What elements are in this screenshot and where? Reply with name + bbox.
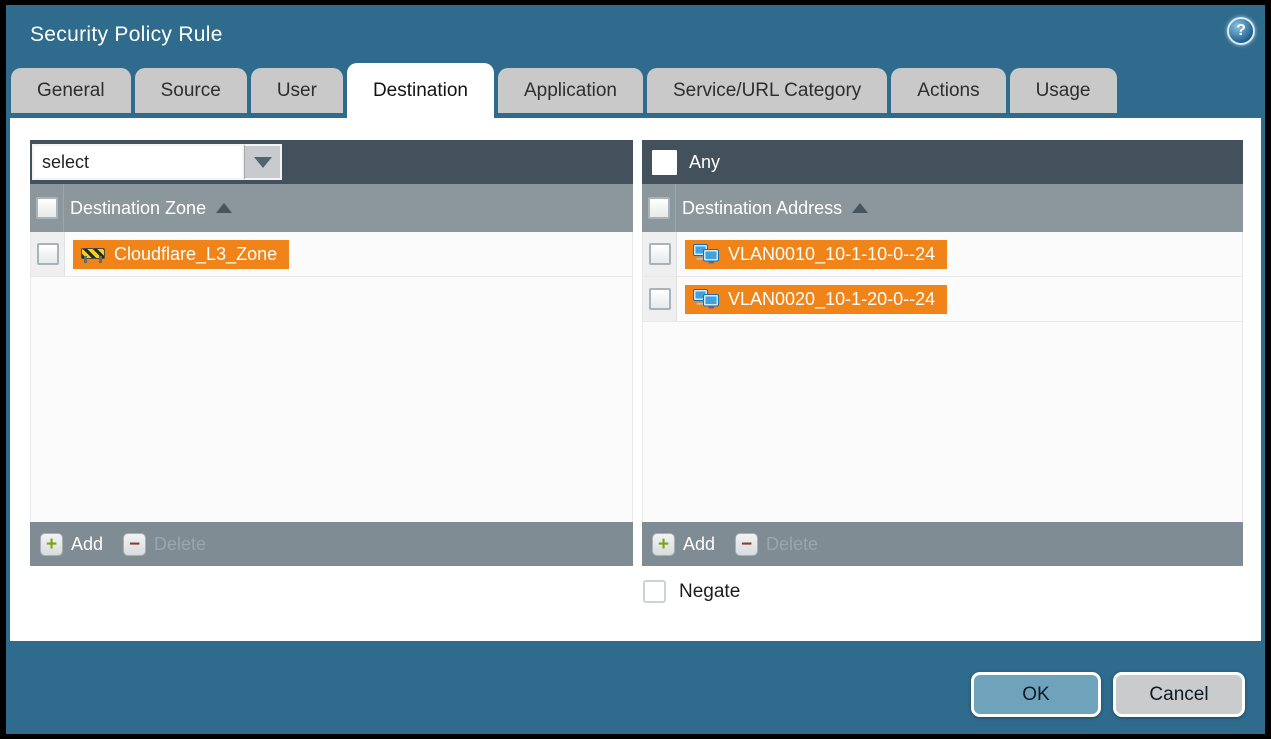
zone-delete-label: Delete (154, 534, 206, 555)
address-object-chip[interactable]: VLAN0010_10-1-10-0--24 (685, 240, 947, 269)
tab-destination[interactable]: Destination (347, 63, 494, 118)
security-policy-rule-dialog: Security Policy Rule ? General Source Us… (6, 5, 1265, 734)
zone-select-combo (32, 144, 282, 180)
dialog-title: Security Policy Rule (30, 23, 223, 47)
header-divider (63, 184, 64, 232)
any-label: Any (689, 152, 720, 173)
help-icon[interactable]: ? (1227, 17, 1255, 45)
zone-row-checkbox[interactable] (37, 243, 59, 265)
address-row-checkbox-cell (643, 232, 677, 276)
negate-checkbox[interactable] (643, 580, 666, 603)
address-icon (693, 244, 719, 264)
address-list: VLAN0010_10-1-10-0--24 (642, 232, 1243, 522)
address-object-label: VLAN0010_10-1-10-0--24 (728, 244, 935, 265)
zone-row[interactable]: Cloudflare_L3_Zone (31, 232, 632, 277)
tab-actions[interactable]: Actions (891, 68, 1005, 113)
tab-source[interactable]: Source (135, 68, 247, 113)
address-column-label: Destination Address (682, 198, 842, 219)
minus-icon: − (735, 533, 758, 556)
zone-object-chip[interactable]: Cloudflare_L3_Zone (73, 240, 289, 269)
plus-icon: + (652, 533, 675, 556)
tab-service-url-category[interactable]: Service/URL Category (647, 68, 887, 113)
destination-zone-panel: Destination Zone Cloudflare_L3_Zone (30, 140, 633, 566)
zone-table-header: Destination Zone (30, 184, 633, 232)
address-object-chip[interactable]: VLAN0020_10-1-20-0--24 (685, 285, 947, 314)
address-row-checkbox[interactable] (649, 288, 671, 310)
header-divider (675, 184, 676, 232)
zone-row-checkbox-cell (31, 232, 65, 276)
address-icon (693, 289, 719, 309)
address-row-checkbox-cell (643, 277, 677, 321)
tab-application[interactable]: Application (498, 68, 643, 113)
address-any-bar: Any (642, 140, 1243, 184)
zone-select-input[interactable] (32, 144, 244, 180)
zone-add-label: Add (71, 534, 103, 555)
zone-list: Cloudflare_L3_Zone (30, 232, 633, 522)
destination-tab-content: Destination Zone Cloudflare_L3_Zone (10, 118, 1261, 641)
plus-icon: + (40, 533, 63, 556)
zone-footer-bar: + Add − Delete (30, 522, 633, 566)
address-row[interactable]: VLAN0010_10-1-10-0--24 (643, 232, 1242, 277)
destination-address-panel: Any Destination Address (642, 140, 1243, 566)
address-row[interactable]: VLAN0020_10-1-20-0--24 (643, 277, 1242, 322)
address-column-header[interactable]: Destination Address (682, 198, 868, 219)
tab-user[interactable]: User (251, 68, 343, 113)
sort-ascending-icon (852, 203, 868, 213)
chevron-down-icon (254, 157, 272, 168)
zone-delete-button[interactable]: − Delete (123, 533, 206, 556)
tab-general[interactable]: General (11, 68, 131, 113)
address-delete-button[interactable]: − Delete (735, 533, 818, 556)
address-footer-bar: + Add − Delete (642, 522, 1243, 566)
zone-icon (81, 245, 105, 263)
address-object-label: VLAN0020_10-1-20-0--24 (728, 289, 935, 310)
minus-icon: − (123, 533, 146, 556)
address-add-label: Add (683, 534, 715, 555)
zone-column-label: Destination Zone (70, 198, 206, 219)
negate-label: Negate (679, 581, 740, 603)
zone-add-button[interactable]: + Add (40, 533, 103, 556)
address-delete-label: Delete (766, 534, 818, 555)
tab-usage[interactable]: Usage (1010, 68, 1117, 113)
address-add-button[interactable]: + Add (652, 533, 715, 556)
tab-bar: General Source User Destination Applicat… (11, 63, 1117, 118)
sort-ascending-icon (216, 203, 232, 213)
address-row-checkbox[interactable] (649, 243, 671, 265)
address-table-header: Destination Address (642, 184, 1243, 232)
any-checkbox[interactable] (652, 150, 677, 175)
zone-select-all-checkbox[interactable] (36, 197, 58, 219)
negate-option: Negate (643, 580, 740, 603)
cancel-button[interactable]: Cancel (1113, 672, 1245, 717)
address-select-all-checkbox[interactable] (648, 197, 670, 219)
zone-object-label: Cloudflare_L3_Zone (114, 244, 277, 265)
zone-column-header[interactable]: Destination Zone (70, 198, 232, 219)
zone-select-bar (30, 140, 633, 184)
ok-button[interactable]: OK (971, 672, 1101, 717)
zone-select-dropdown-button[interactable] (244, 144, 282, 180)
